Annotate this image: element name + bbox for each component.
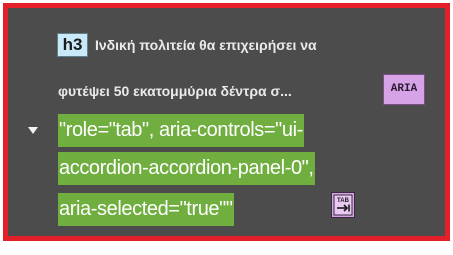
aria-attributes-line-2: accordion-accordion-panel-0", [58, 152, 315, 185]
heading-text-line-2: φυτέψει 50 εκατομμύρια δέντρα σ... [58, 83, 292, 99]
tab-key-icon: TAB [331, 192, 355, 218]
aria-attributes-line-3: aria-selected="true"" [58, 193, 234, 226]
aria-attributes-line-1: "role="tab", aria-controls="ui- [58, 114, 304, 147]
heading-level-badge: h3 [57, 33, 88, 57]
aria-badge: ARIA [383, 74, 425, 105]
chevron-down-icon[interactable] [28, 127, 38, 134]
svg-text:TAB: TAB [337, 198, 350, 204]
heading-text-line-1: Ινδική πολιτεία θα επιχειρήσει να [95, 37, 317, 53]
